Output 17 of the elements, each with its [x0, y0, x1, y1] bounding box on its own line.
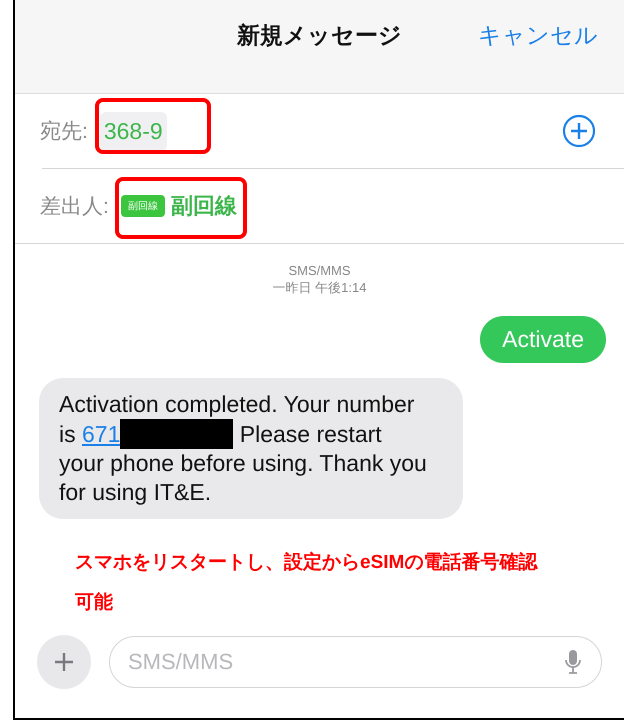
sender-line[interactable]: 副回線	[170, 191, 237, 221]
sent-message-bubble: Activate	[480, 316, 606, 363]
add-contact-icon[interactable]	[562, 114, 596, 148]
window-title: 新規メッセージ	[237, 21, 402, 50]
recipient-chip[interactable]: 368-9	[100, 112, 167, 150]
annotation-text: スマホをリスタートし、設定からeSIMの電話番号確認可能	[75, 550, 539, 615]
from-label: 差出人:	[40, 194, 109, 220]
received-message-bubble: Activation completed. Your number is 671 Please restart your phone before using. Thank you for using IT&E.	[39, 378, 463, 519]
phone-number-link[interactable]: 671	[82, 421, 120, 447]
to-label: 宛先:	[40, 119, 88, 145]
cancel-link[interactable]: キャンセル	[478, 20, 598, 51]
message-input-field[interactable]: SMS/MMS	[109, 636, 602, 688]
microphone-icon[interactable]	[564, 649, 582, 675]
line-badge: 副回線	[120, 195, 165, 217]
service-label: SMS/MMS	[288, 262, 351, 279]
timestamp: 一昨日 午後1:14	[272, 279, 366, 296]
add-attachment-icon[interactable]	[37, 635, 91, 689]
